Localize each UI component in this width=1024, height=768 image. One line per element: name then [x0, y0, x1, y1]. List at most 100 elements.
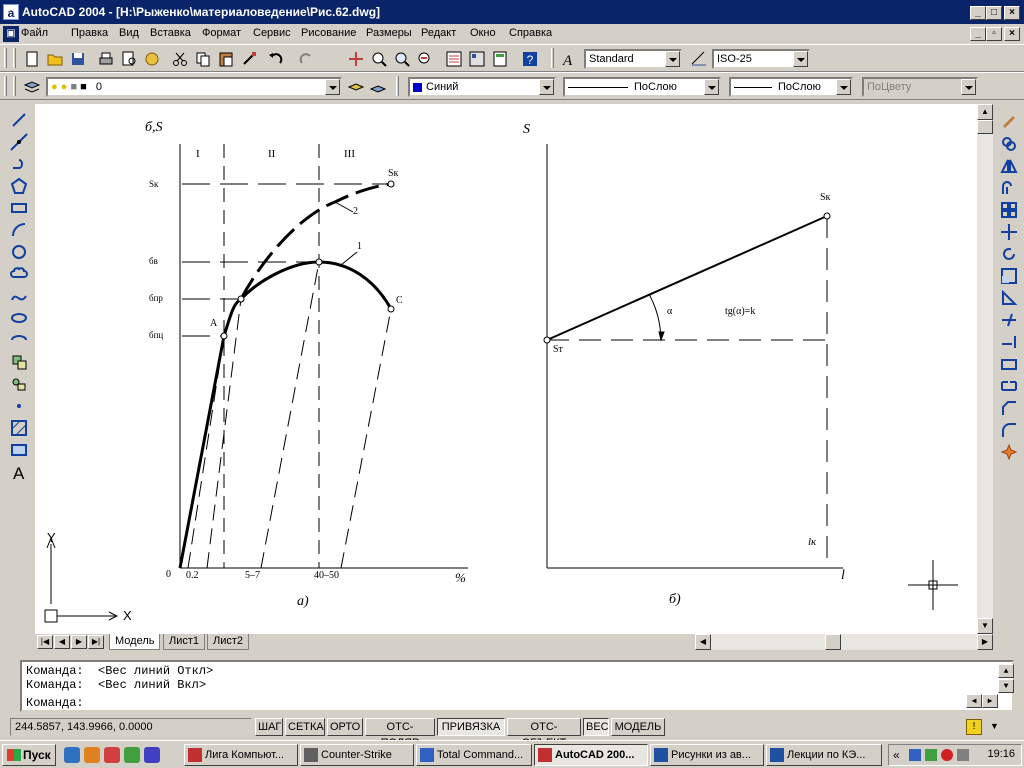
text-style-select[interactable]: Standard	[584, 49, 682, 69]
erase-icon[interactable]	[999, 112, 1019, 132]
vertical-scrollbar[interactable]: ▲ ▼	[977, 104, 993, 634]
chevron-down-icon[interactable]	[325, 79, 340, 95]
network-icon[interactable]	[909, 749, 921, 761]
chevron-down-icon[interactable]	[704, 79, 719, 95]
zoom-previous-icon[interactable]	[415, 49, 435, 69]
stretch-icon[interactable]	[999, 288, 1019, 308]
start-button[interactable]: Пуск	[2, 744, 56, 766]
ellipse-icon[interactable]	[9, 308, 29, 328]
toolbar-grip[interactable]	[396, 76, 399, 96]
last-tab-icon[interactable]: ▶|	[88, 635, 104, 649]
design-center-icon[interactable]	[467, 49, 487, 69]
trim-icon[interactable]	[999, 310, 1019, 330]
region-icon[interactable]	[9, 440, 29, 460]
chevron-down-icon[interactable]	[665, 51, 680, 67]
tab-sheet1[interactable]: Лист1	[163, 634, 206, 650]
status-menu-icon[interactable]: ▼	[990, 721, 999, 731]
polygon-icon[interactable]	[9, 176, 29, 196]
save-icon[interactable]	[68, 49, 88, 69]
ellipse-arc-icon[interactable]	[9, 330, 29, 350]
break-at-point-icon[interactable]	[999, 354, 1019, 374]
zoom-window-icon[interactable]	[392, 49, 412, 69]
quick-launch-icon[interactable]	[124, 747, 140, 763]
scroll-left-icon[interactable]: ◀	[695, 634, 711, 650]
antivirus-icon[interactable]	[941, 749, 953, 761]
publish-icon[interactable]	[142, 49, 162, 69]
scroll-down-icon[interactable]: ▼	[977, 618, 993, 634]
lineweight-toggle[interactable]: ВЕС	[583, 718, 609, 736]
toolbar-grip[interactable]	[4, 48, 7, 68]
tab-model[interactable]: Модель	[109, 634, 161, 650]
task-counter-strike[interactable]: Counter-Strike	[300, 744, 414, 766]
move-icon[interactable]	[999, 222, 1019, 242]
construction-line-icon[interactable]	[9, 132, 29, 152]
dimension-style-icon[interactable]	[689, 49, 709, 69]
print-icon[interactable]	[96, 49, 116, 69]
explode-icon[interactable]	[999, 442, 1019, 462]
menu-dimension[interactable]: Размеры	[366, 27, 412, 39]
drawing-canvas[interactable]: б,S I II III Sк бв бпр бпц Sк 2 1 A C 0 …	[35, 104, 977, 634]
menu-edit[interactable]: Правка	[71, 27, 108, 39]
text-style-icon[interactable]: A	[560, 49, 580, 69]
command-scroll-right-icon[interactable]: ▶	[982, 694, 998, 708]
pan-realtime-icon[interactable]	[346, 49, 366, 69]
doc-close-button[interactable]: ×	[1004, 27, 1020, 41]
tab-sheet2[interactable]: Лист2	[207, 634, 250, 650]
menu-file[interactable]: Файл	[21, 27, 48, 39]
first-tab-icon[interactable]: |◀	[37, 635, 53, 649]
doc-restore-button[interactable]: ▫	[986, 27, 1002, 41]
command-window[interactable]: Команда: <Вес линий Откл> Команда: <Вес …	[20, 660, 1014, 712]
document-icon[interactable]: ▣	[3, 26, 19, 42]
chevron-down-icon[interactable]	[793, 51, 808, 67]
tool-palettes-icon[interactable]	[490, 49, 510, 69]
model-toggle[interactable]: МОДЕЛЬ	[611, 718, 665, 736]
multiline-text-icon[interactable]: A	[9, 462, 29, 482]
sun-icon[interactable]: ●	[61, 81, 68, 93]
snap-toggle[interactable]: ШАГ	[255, 718, 283, 736]
line-icon[interactable]	[9, 110, 29, 130]
rotate-icon[interactable]	[999, 244, 1019, 264]
menu-format[interactable]: Формат	[202, 27, 241, 39]
linetype-select[interactable]: ПоСлою	[563, 77, 721, 97]
new-file-icon[interactable]	[22, 49, 42, 69]
make-block-icon[interactable]	[9, 374, 29, 394]
minimize-button[interactable]: _	[970, 6, 986, 20]
horizontal-scroll-thumb[interactable]	[825, 634, 841, 650]
cut-icon[interactable]	[170, 49, 190, 69]
break-icon[interactable]	[999, 376, 1019, 396]
maximize-button[interactable]: □	[986, 6, 1002, 20]
menu-tools[interactable]: Сервис	[253, 27, 291, 39]
chevron-down-icon[interactable]	[836, 79, 851, 95]
menu-draw[interactable]: Рисование	[301, 27, 356, 39]
close-button[interactable]: ×	[1004, 6, 1020, 20]
match-properties-icon[interactable]	[239, 49, 259, 69]
lightbulb-icon[interactable]: ●	[51, 81, 58, 93]
toolbar-grip[interactable]	[13, 76, 16, 96]
task-lectures[interactable]: Лекции по КЭ...	[766, 744, 882, 766]
command-scroll-up-icon[interactable]: ▲	[998, 664, 1014, 678]
otrack-toggle[interactable]: ОТС-ОБЪЕКТ	[507, 718, 581, 749]
tray-expand-icon[interactable]: «	[893, 748, 900, 762]
task-pictures[interactable]: Рисунки из ав...	[650, 744, 764, 766]
scale-icon[interactable]	[999, 266, 1019, 286]
help-icon[interactable]: ?	[520, 49, 540, 69]
task-total-commander[interactable]: Total Command...	[416, 744, 532, 766]
color-select[interactable]: Синий	[408, 77, 556, 97]
fillet-icon[interactable]	[999, 420, 1019, 440]
redo-icon[interactable]	[296, 49, 316, 69]
properties-icon[interactable]	[444, 49, 464, 69]
open-folder-icon[interactable]	[45, 49, 65, 69]
autocad-app-icon[interactable]: a	[3, 4, 19, 20]
menu-modify[interactable]: Редакт	[421, 27, 456, 39]
print-preview-icon[interactable]	[119, 49, 139, 69]
chamfer-icon[interactable]	[999, 398, 1019, 418]
menu-help[interactable]: Справка	[509, 27, 552, 39]
doc-minimize-button[interactable]: _	[970, 27, 986, 41]
array-icon[interactable]	[999, 200, 1019, 220]
tray-app-icon[interactable]	[925, 749, 937, 761]
point-icon[interactable]	[9, 396, 29, 416]
grid-toggle[interactable]: СЕТКА	[285, 718, 325, 736]
polar-tracking-toggle[interactable]: ОТС-ПОЛЯР	[365, 718, 435, 749]
menu-insert[interactable]: Вставка	[150, 27, 191, 39]
layer-previous-icon[interactable]	[368, 77, 388, 97]
